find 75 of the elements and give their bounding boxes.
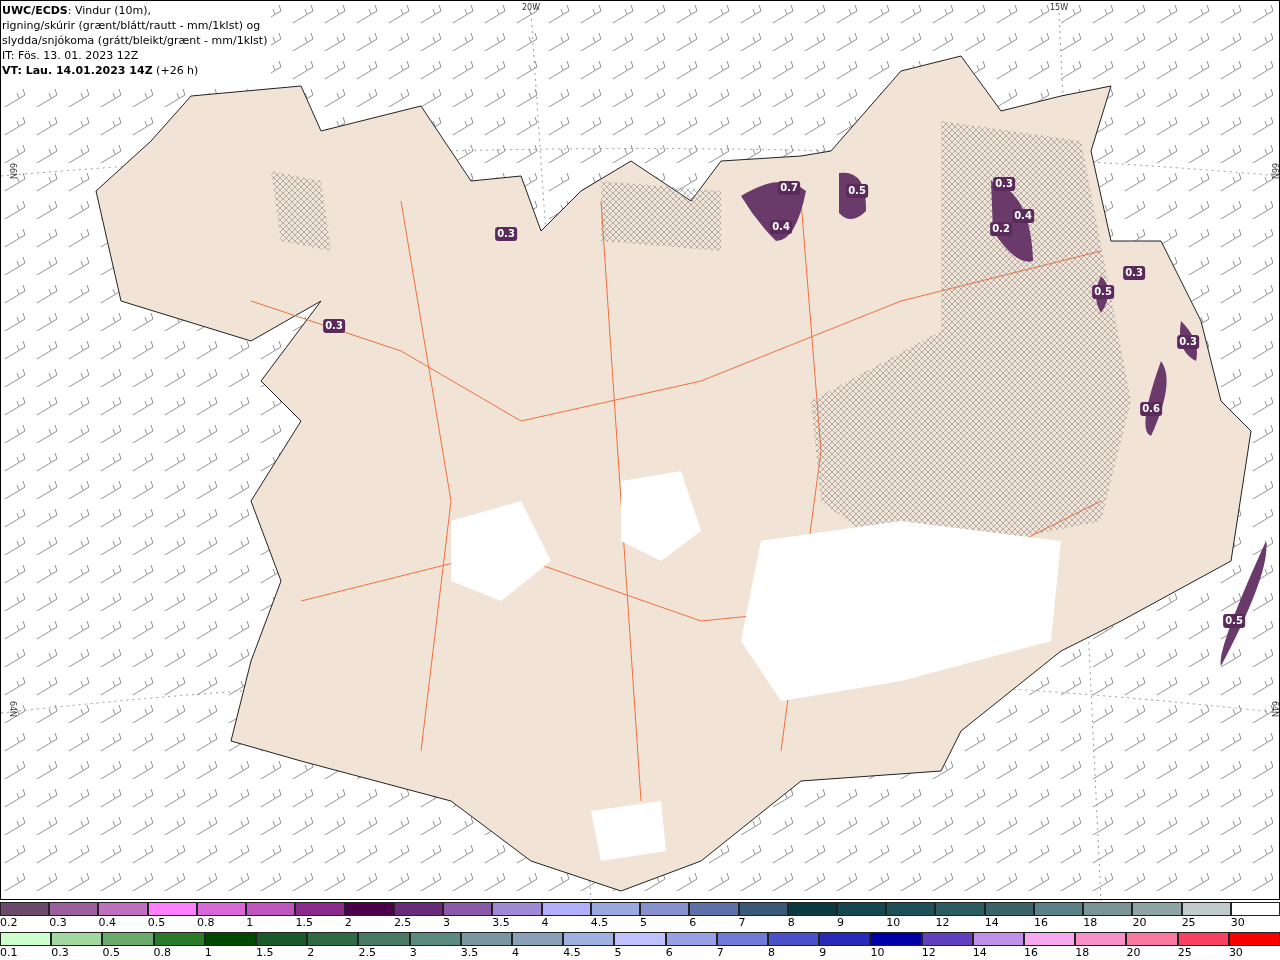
legend-label: 2.5 (358, 946, 376, 959)
header-line: rigning/skúrir (grænt/blátt/rautt - mm/1klst) og (2, 18, 262, 33)
legend-label: 0.3 (51, 946, 69, 959)
legend-label: 20 (1132, 916, 1147, 929)
legend-label: 5 (640, 916, 648, 929)
legend-label: 1.5 (295, 916, 313, 929)
longitude-label: 20W (521, 3, 541, 12)
legend-label: 0.4 (98, 916, 116, 929)
legend-label: 12 (935, 916, 950, 929)
contour-label: 0.2 (990, 222, 1012, 236)
contour-label: 0.3 (1177, 335, 1199, 349)
legend-label: 4 (512, 946, 520, 959)
header-line: VT: Lau. 14.01.2023 14Z (+26 h) (2, 63, 200, 78)
legend-label: 3.5 (492, 916, 510, 929)
legend-label: 10 (870, 946, 885, 959)
latitude-label: 66N (8, 162, 17, 180)
legend-label: 5 (614, 946, 622, 959)
legend-label: 1 (204, 946, 212, 959)
contour-label: 0.4 (770, 220, 792, 234)
legend-label: 14 (984, 916, 999, 929)
legend-label: 16 (1024, 946, 1039, 959)
legend-label: 2 (307, 946, 315, 959)
legend-label: 0.8 (196, 916, 215, 929)
legend-label: 14 (972, 946, 987, 959)
legend-label: 2.5 (393, 916, 412, 929)
legend-label: 7 (716, 946, 724, 959)
legend-label: 8 (768, 946, 776, 959)
contour-label: 0.4 (1012, 209, 1034, 223)
legend-label: 30 (1228, 946, 1243, 959)
contour-label: 0.5 (846, 184, 868, 198)
legend-label: 0.5 (147, 916, 166, 929)
legend-label: 25 (1177, 946, 1192, 959)
contour-label: 0.3 (495, 227, 517, 241)
header-line: slydda/snjókoma (grátt/bleikt/grænt - mm/1klst) (2, 33, 268, 48)
legend-label: 3 (409, 946, 417, 959)
legend-label: 4.5 (563, 946, 581, 959)
legend-label: 16 (1033, 916, 1048, 929)
legend-label: 6 (689, 916, 697, 929)
latitude-label: 64N (1270, 700, 1279, 718)
legend-label: 0.1 (0, 946, 18, 959)
legend-label: 3.5 (460, 946, 479, 959)
legend-label: 25 (1181, 916, 1196, 929)
legend-label: 7 (738, 916, 746, 929)
contour-label: 0.3 (993, 177, 1015, 191)
latitude-label: 66N (1270, 162, 1279, 180)
legend-label: 0.5 (102, 946, 120, 959)
legend-label: 10 (886, 916, 901, 929)
legend-label: 20 (1126, 946, 1141, 959)
contour-label: 0.5 (1223, 614, 1245, 628)
contour-label: 0.7 (778, 181, 800, 195)
legend-label: 1 (246, 916, 254, 929)
contour-label: 0.5 (1092, 285, 1114, 299)
legend-label: 0.2 (0, 916, 18, 929)
legend-label: 12 (921, 946, 936, 959)
header-line: UWC/ECDS: Vindur (10m), (2, 3, 153, 18)
legend-label: 2 (344, 916, 352, 929)
longitude-label: 15W (1049, 3, 1069, 12)
latitude-label: 64N (8, 700, 17, 718)
contour-label: 0.3 (1123, 266, 1145, 280)
contour-label: 0.3 (323, 319, 345, 333)
legend-label: 4.5 (590, 916, 609, 929)
legend-label: 18 (1083, 916, 1098, 929)
legend-label: 8 (787, 916, 795, 929)
legend-label: 0.8 (153, 946, 172, 959)
legend-label: 4 (541, 916, 549, 929)
legend-label: 3 (443, 916, 451, 929)
legend-label: 0.3 (49, 916, 67, 929)
legend-label: 6 (665, 946, 673, 959)
legend-label: 9 (837, 916, 844, 929)
legend-label: 30 (1230, 916, 1245, 929)
header-line: IT: Fös. 13. 01. 2023 12Z (2, 48, 140, 63)
legend-label: 18 (1075, 946, 1090, 959)
legend-label: 9 (819, 946, 827, 959)
contour-label: 0.6 (1140, 402, 1162, 416)
legend-label: 1.5 (256, 946, 274, 959)
